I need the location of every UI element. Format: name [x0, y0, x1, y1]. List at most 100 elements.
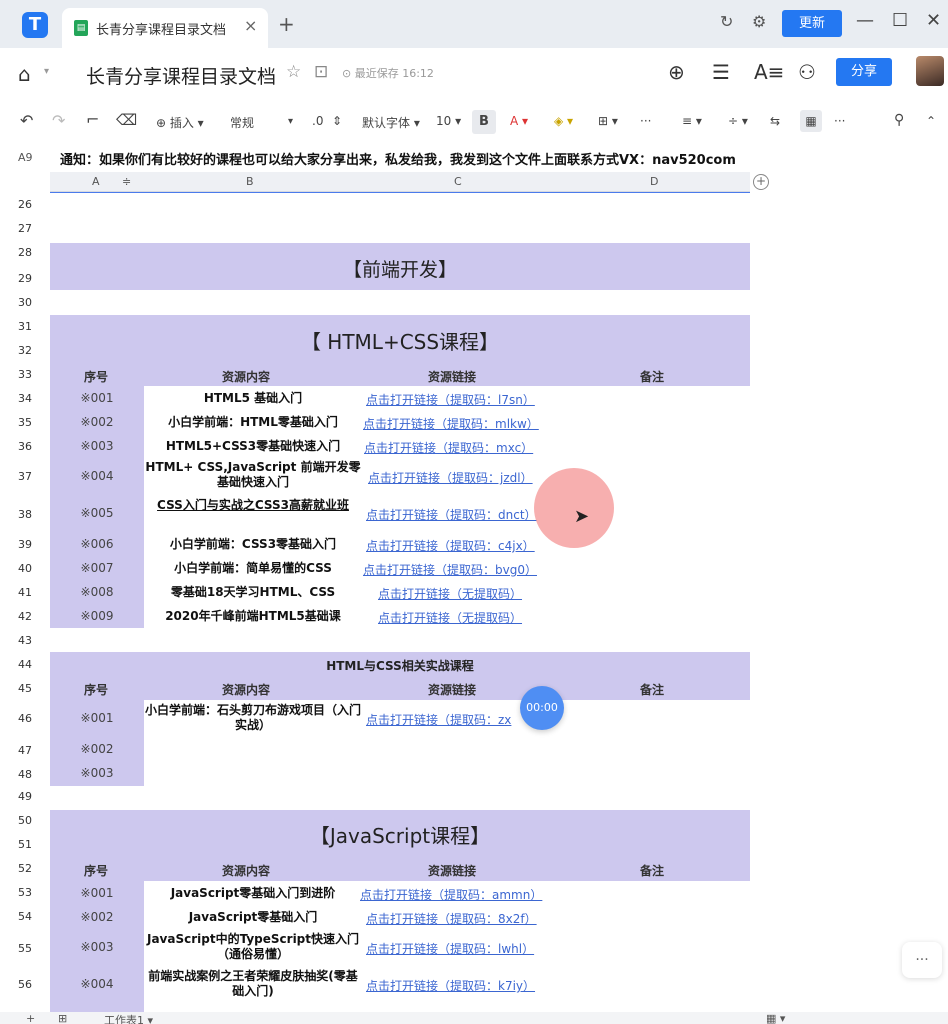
row-number[interactable]: 29	[0, 272, 50, 285]
section-title-js[interactable]: 【JavaScript课程】	[50, 820, 750, 849]
table-row-seq[interactable]: ※008	[50, 585, 144, 599]
column-a-header[interactable]: A	[92, 175, 100, 188]
cell-reference[interactable]: A9	[18, 151, 33, 164]
table-row-link[interactable]: 点击打开链接（提取码：lwhl）	[366, 940, 534, 957]
table-row-title[interactable]: 小白学前端：HTML零基础入门	[144, 415, 362, 430]
row-number[interactable]: 42	[0, 610, 50, 623]
row-number[interactable]: 39	[0, 538, 50, 551]
row-number[interactable]: 36	[0, 440, 50, 453]
add-sheet-icon[interactable]: +	[26, 1012, 35, 1024]
row-number[interactable]: 56	[0, 978, 50, 991]
star-icon[interactable]: ☆	[286, 62, 301, 82]
table-row-seq[interactable]: ※001	[50, 711, 144, 725]
header-link[interactable]: 资源链接	[428, 862, 476, 879]
table-row-title[interactable]: JavaScript零基础入门到进阶	[144, 886, 362, 901]
row-number[interactable]: 49	[0, 790, 50, 803]
header-link[interactable]: 资源链接	[428, 681, 476, 698]
more-options-button[interactable]: ···	[902, 942, 942, 978]
recording-timer[interactable]: 00:00	[520, 686, 564, 730]
row-number[interactable]: 40	[0, 562, 50, 575]
new-tab-icon[interactable]: +	[278, 12, 295, 36]
table-row-link[interactable]: 点击打开链接（提取码：zx	[366, 711, 511, 728]
table-row-link[interactable]: 点击打开链接（提取码：k7iy）	[366, 977, 535, 994]
row-number[interactable]: 28	[0, 246, 50, 259]
home-icon[interactable]: ⌂	[18, 62, 31, 86]
more-icon[interactable]: ···	[834, 114, 845, 128]
column-d-header[interactable]: D	[650, 175, 658, 188]
sheet-tab[interactable]: 工作表1 ▾	[104, 1012, 153, 1024]
table-row-link[interactable]: 点击打开链接（提取码：dnct）	[366, 506, 537, 523]
row-number[interactable]: 55	[0, 942, 50, 955]
table-row-seq[interactable]: ※003	[50, 940, 144, 954]
table-row-link[interactable]: 点击打开链接（提取码：c4jx）	[366, 537, 535, 554]
table-row-seq[interactable]: ※004	[50, 977, 144, 991]
share-button[interactable]: 分享	[836, 58, 892, 86]
avatar[interactable]	[916, 56, 944, 86]
number-format-select[interactable]: 常规	[230, 114, 254, 131]
row-number[interactable]: 43	[0, 634, 50, 647]
row-number[interactable]: 51	[0, 838, 50, 851]
table-row-link[interactable]: 点击打开链接（提取码：mxc）	[364, 439, 533, 456]
row-number[interactable]: 27	[0, 222, 50, 235]
header-note[interactable]: 备注	[640, 681, 664, 698]
column-c-header[interactable]: C	[454, 175, 462, 188]
refresh-icon[interactable]: ↻	[720, 12, 733, 31]
row-number[interactable]: 38	[0, 508, 50, 521]
text-format-icon[interactable]: A≡	[754, 60, 784, 84]
header-note[interactable]: 备注	[640, 862, 664, 879]
row-number[interactable]: 37	[0, 470, 50, 483]
format-painter-icon[interactable]: ⌐	[86, 110, 99, 129]
row-number[interactable]: 45	[0, 682, 50, 695]
row-number[interactable]: 35	[0, 416, 50, 429]
more-icon[interactable]: ···	[640, 114, 651, 128]
row-number[interactable]: 41	[0, 586, 50, 599]
tab-close-icon[interactable]: ×	[244, 16, 257, 35]
table-row-seq[interactable]: ※009	[50, 609, 144, 623]
update-button[interactable]: 更新	[782, 10, 842, 37]
collapse-toolbar-icon[interactable]: ⌃	[926, 114, 936, 128]
table-row-seq[interactable]: ※002	[50, 415, 144, 429]
header-seq[interactable]: 序号	[84, 681, 108, 698]
wrap-text-icon[interactable]: ⇆	[770, 114, 780, 128]
collaborator-icon[interactable]: ⚇	[798, 60, 816, 84]
table-row-title[interactable]: HTML5 基础入门	[144, 391, 362, 406]
table-row-title[interactable]: 小白学前端：石头剪刀布游戏项目（入门实战）	[144, 703, 362, 733]
row-number[interactable]: 48	[0, 768, 50, 781]
bold-button[interactable]: B	[472, 110, 496, 134]
row-number[interactable]: 44	[0, 658, 50, 671]
table-row-title[interactable]: HTML+ CSS,JavaScript 前端开发零基础快速入门	[144, 460, 362, 490]
table-row-link[interactable]: 点击打开链接（提取码：jzdl）	[368, 469, 533, 486]
undo-icon[interactable]: ↶	[20, 111, 33, 130]
row-number[interactable]: 32	[0, 344, 50, 357]
table-row-title[interactable]: HTML5+CSS3零基础快速入门	[144, 439, 362, 454]
row-number[interactable]: 30	[0, 296, 50, 309]
chevron-down-icon[interactable]: ▾	[44, 66, 49, 77]
table-row-seq[interactable]: ※001	[50, 886, 144, 900]
table-row-seq[interactable]: ※004	[50, 469, 144, 483]
table-row-seq[interactable]: ※005	[50, 506, 144, 520]
table-row-title[interactable]: 小白学前端：CSS3零基础入门	[144, 537, 362, 552]
header-content[interactable]: 资源内容	[222, 368, 270, 385]
table-row-title[interactable]: CSS入门与实战之CSS3高薪就业班	[144, 498, 362, 513]
decimal-stepper-icon[interactable]: ⇕	[332, 114, 342, 128]
table-row-seq[interactable]: ※007	[50, 561, 144, 575]
row-number[interactable]: 34	[0, 392, 50, 405]
align-button[interactable]: ≡ ▾	[682, 114, 702, 128]
table-row-link[interactable]: 点击打开链接（提取码：l7sn）	[366, 391, 535, 408]
row-number[interactable]: 53	[0, 886, 50, 899]
table-row-link[interactable]: 点击打开链接（提取码：8x2f）	[366, 910, 537, 927]
formula-content[interactable]: 通知：如果你们有比较好的课程也可以给大家分享出来，私发给我，我发到这个文件上面联…	[60, 149, 736, 168]
row-number[interactable]: 26	[0, 198, 50, 211]
row-number[interactable]: 46	[0, 712, 50, 725]
decimal-button[interactable]: .0	[312, 114, 323, 128]
freeze-icon[interactable]: ≑	[122, 175, 131, 188]
outline-icon[interactable]: ☰	[712, 60, 730, 84]
section-title-html-css[interactable]: 【 HTML+CSS课程】	[50, 326, 750, 355]
font-family-select[interactable]: 默认字体 ▾	[362, 114, 420, 131]
table-row-seq[interactable]: ※001	[50, 391, 144, 405]
row-number[interactable]: 47	[0, 744, 50, 757]
table-row-title[interactable]: 零基础18天学习HTML、CSS	[144, 585, 362, 600]
table-row-seq[interactable]: ※003	[50, 439, 144, 453]
row-number[interactable]: 31	[0, 320, 50, 333]
move-folder-icon[interactable]: ⊡	[314, 62, 328, 82]
